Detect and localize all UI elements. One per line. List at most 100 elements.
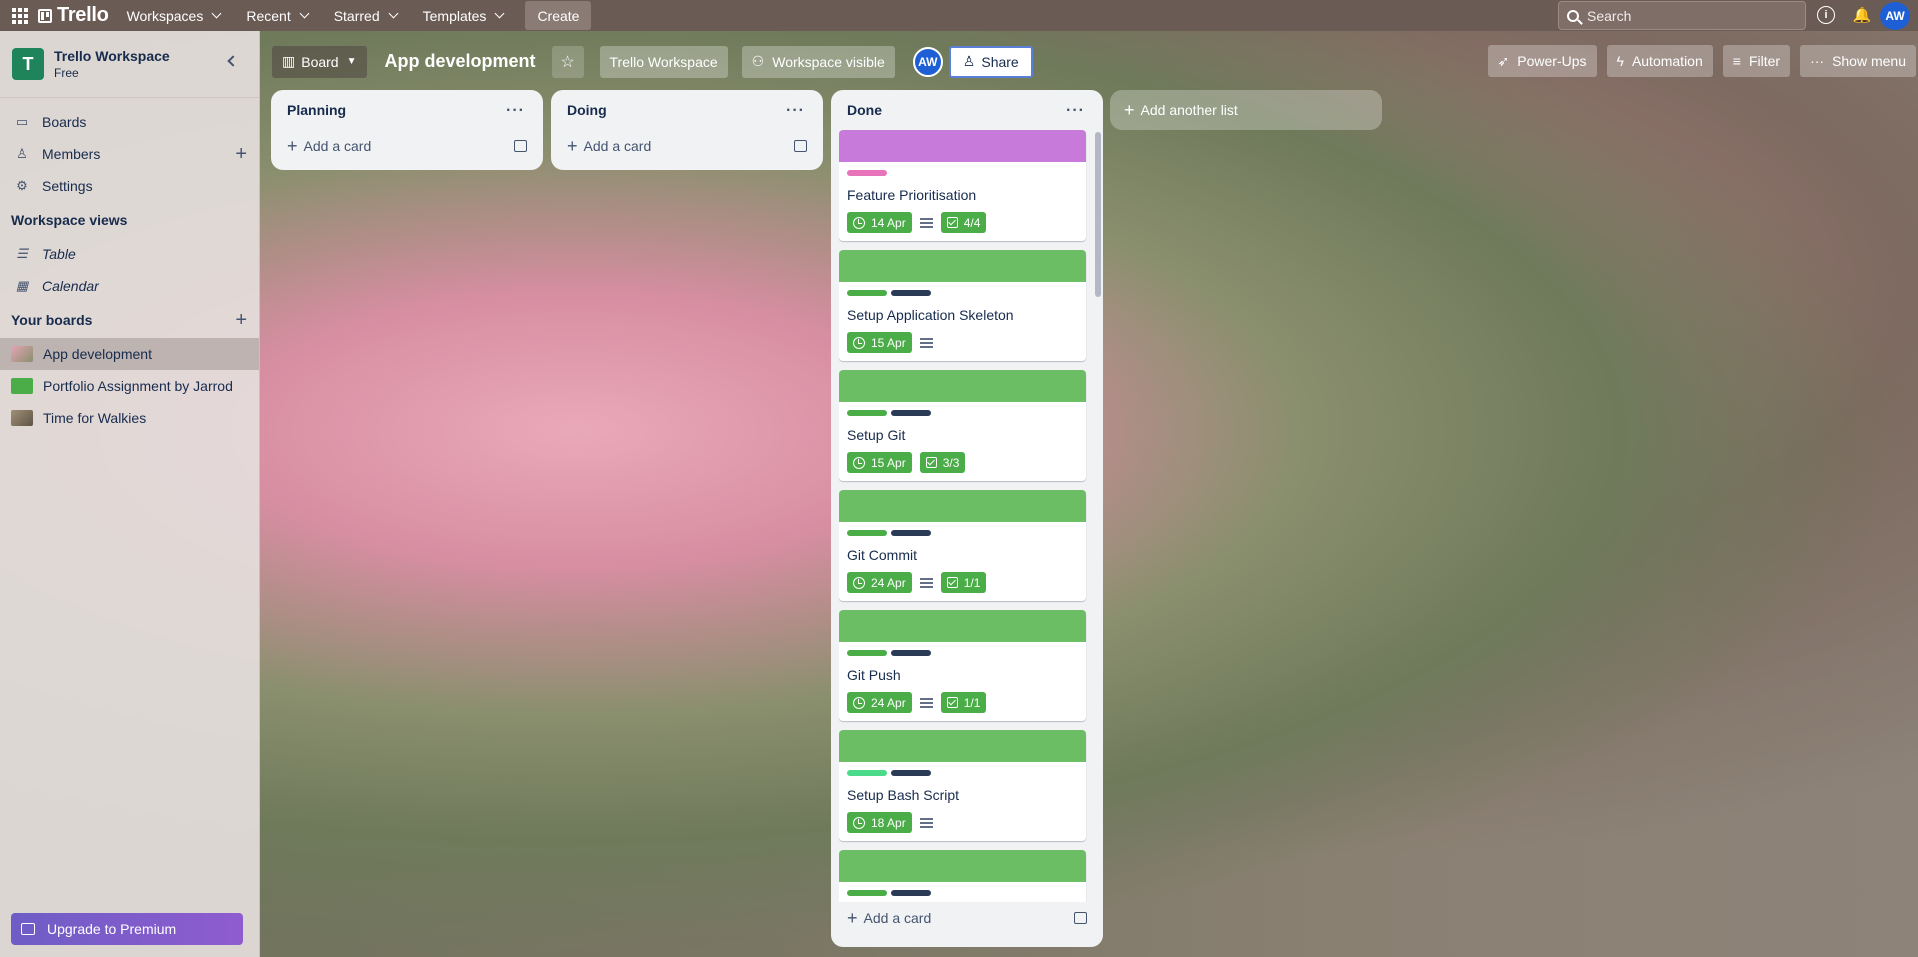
- card-label[interactable]: [891, 650, 931, 656]
- card-badges: 14 Apr 4/4: [847, 212, 1078, 233]
- board-title[interactable]: App development: [385, 51, 536, 72]
- top-header: Trello Workspaces Recent Starred Templat…: [0, 0, 1918, 31]
- list-actions-icon[interactable]: ···: [1066, 102, 1085, 120]
- card-labels: [847, 170, 1078, 176]
- star-icon[interactable]: ☆: [551, 45, 584, 78]
- card[interactable]: Setup Application Skeleton 15 Apr: [839, 250, 1086, 361]
- card[interactable]: Git Push 24 Apr 1/1: [839, 610, 1086, 721]
- scrollbar-thumb[interactable]: [1095, 132, 1101, 297]
- card-badges: 15 Apr 3/3: [847, 452, 1078, 473]
- sidebar-item-table[interactable]: ☰ Table: [0, 238, 259, 270]
- clock-icon: [853, 576, 865, 589]
- list-scrollbar[interactable]: [1095, 130, 1101, 915]
- card-label[interactable]: [847, 650, 887, 656]
- notification-bell-icon[interactable]: 🔔: [1853, 6, 1872, 24]
- checklist-badge: 1/1: [940, 692, 987, 713]
- add-card-button[interactable]: + Add a card: [559, 130, 815, 162]
- info-icon[interactable]: i: [1817, 6, 1835, 24]
- workspace-button[interactable]: Trello Workspace: [599, 45, 728, 78]
- table-icon: ☰: [16, 246, 28, 261]
- due-date-badge[interactable]: 14 Apr: [847, 212, 912, 233]
- card-label[interactable]: [847, 530, 887, 536]
- sidebar: T Trello Workspace Free ▭ Boards ♙ Members…: [0, 31, 260, 957]
- sidebar-item-settings[interactable]: ⚙ Settings: [0, 170, 259, 202]
- sidebar-item-members[interactable]: ♙ Members +: [0, 138, 259, 170]
- card-template-icon[interactable]: [1074, 912, 1087, 924]
- card[interactable]: Setup Gemfile22 Apr7/7: [839, 850, 1086, 902]
- card[interactable]: Setup Bash Script 18 Apr: [839, 730, 1086, 841]
- app-switcher-icon[interactable]: [12, 7, 28, 24]
- board-view-icon: ▥: [282, 53, 296, 69]
- show-menu-button[interactable]: ··· Show menu: [1800, 45, 1916, 77]
- workspaces-menu[interactable]: Workspaces: [119, 0, 229, 31]
- card[interactable]: Git Commit 24 Apr 1/1: [839, 490, 1086, 601]
- card-template-icon[interactable]: [514, 140, 527, 152]
- create-button[interactable]: Create: [525, 1, 592, 30]
- checklist-icon: [946, 697, 958, 708]
- list-done: Done ··· Feature Prioritisation 14 Apr 4/4 S…: [831, 90, 1103, 947]
- automation-button[interactable]: ϟ Automation: [1606, 45, 1713, 77]
- trello-logo-icon: [38, 8, 52, 23]
- list-actions-icon[interactable]: ···: [506, 102, 525, 120]
- board-thumbnail: [11, 378, 33, 394]
- card-label[interactable]: [891, 530, 931, 536]
- due-date-badge[interactable]: 15 Apr: [847, 452, 912, 473]
- checklist-badge: 1/1: [940, 572, 987, 593]
- power-ups-button[interactable]: ➶ Power-Ups: [1487, 45, 1597, 77]
- due-date-badge[interactable]: 24 Apr: [847, 692, 912, 713]
- card-label[interactable]: [847, 890, 887, 896]
- add-card-button[interactable]: + Add a card: [839, 902, 1095, 934]
- description-icon: [919, 337, 933, 348]
- sidebar-board-portfolio[interactable]: Portfolio Assignment by Jarrod: [0, 370, 259, 402]
- card-label[interactable]: [891, 890, 931, 896]
- rocket-icon: ➶: [1497, 52, 1510, 69]
- card[interactable]: Setup Git 15 Apr 3/3: [839, 370, 1086, 481]
- card-label[interactable]: [847, 170, 887, 176]
- card-label[interactable]: [847, 410, 887, 416]
- add-card-button[interactable]: + Add a card: [279, 130, 535, 162]
- list-title[interactable]: Doing ···: [559, 90, 815, 130]
- account-avatar[interactable]: AW: [1880, 2, 1910, 30]
- card-label[interactable]: [891, 770, 931, 776]
- list-title[interactable]: Done ···: [839, 90, 1095, 130]
- sidebar-item-calendar[interactable]: ▦ Calendar: [0, 270, 259, 302]
- collapse-sidebar-icon[interactable]: [227, 55, 239, 67]
- trello-logo[interactable]: Trello: [38, 4, 109, 27]
- card-label[interactable]: [891, 410, 931, 416]
- card-badges: 24 Apr 1/1: [847, 692, 1078, 713]
- due-date-badge[interactable]: 24 Apr: [847, 572, 912, 593]
- gear-icon: ⚙: [16, 178, 28, 193]
- clock-icon: [853, 696, 865, 709]
- card[interactable]: Feature Prioritisation 14 Apr 4/4: [839, 130, 1086, 241]
- search-input[interactable]: Search: [1558, 1, 1806, 30]
- workspace-views-heading: Workspace views: [11, 212, 128, 228]
- member-avatar[interactable]: AW: [912, 46, 943, 77]
- due-date-badge[interactable]: 18 Apr: [847, 812, 912, 833]
- recent-menu[interactable]: Recent: [238, 0, 315, 31]
- list-title[interactable]: Planning ···: [279, 90, 535, 130]
- add-board-icon[interactable]: +: [235, 309, 247, 332]
- add-list-button[interactable]: + Add another list: [1110, 90, 1382, 130]
- visibility-button[interactable]: ⚇ Workspace visible: [741, 45, 895, 78]
- sidebar-item-boards[interactable]: ▭ Boards: [0, 106, 259, 138]
- view-switcher-button[interactable]: ▥ Board ▼: [272, 45, 367, 78]
- workspace-name: Trello Workspace: [54, 48, 170, 64]
- card-label[interactable]: [847, 290, 887, 296]
- upgrade-premium-button[interactable]: Upgrade to Premium: [11, 913, 243, 945]
- filter-button[interactable]: ≡ Filter: [1722, 45, 1791, 77]
- card-badges: 18 Apr: [847, 812, 1078, 833]
- checklist-count: 3/3: [942, 455, 960, 470]
- list-actions-icon[interactable]: ···: [786, 102, 805, 120]
- sidebar-board-app-development[interactable]: App development: [0, 338, 259, 370]
- starred-menu[interactable]: Starred: [326, 0, 405, 31]
- templates-menu[interactable]: Templates: [415, 0, 512, 31]
- card-label[interactable]: [847, 770, 887, 776]
- share-button[interactable]: ♙ Share: [948, 45, 1033, 78]
- add-member-icon[interactable]: +: [235, 143, 247, 166]
- card-cover: [839, 730, 1086, 762]
- card-template-icon[interactable]: [794, 140, 807, 152]
- add-person-icon: ♙: [962, 53, 976, 69]
- card-label[interactable]: [891, 290, 931, 296]
- sidebar-board-walkies[interactable]: Time for Walkies: [0, 402, 259, 434]
- due-date-badge[interactable]: 15 Apr: [847, 332, 912, 353]
